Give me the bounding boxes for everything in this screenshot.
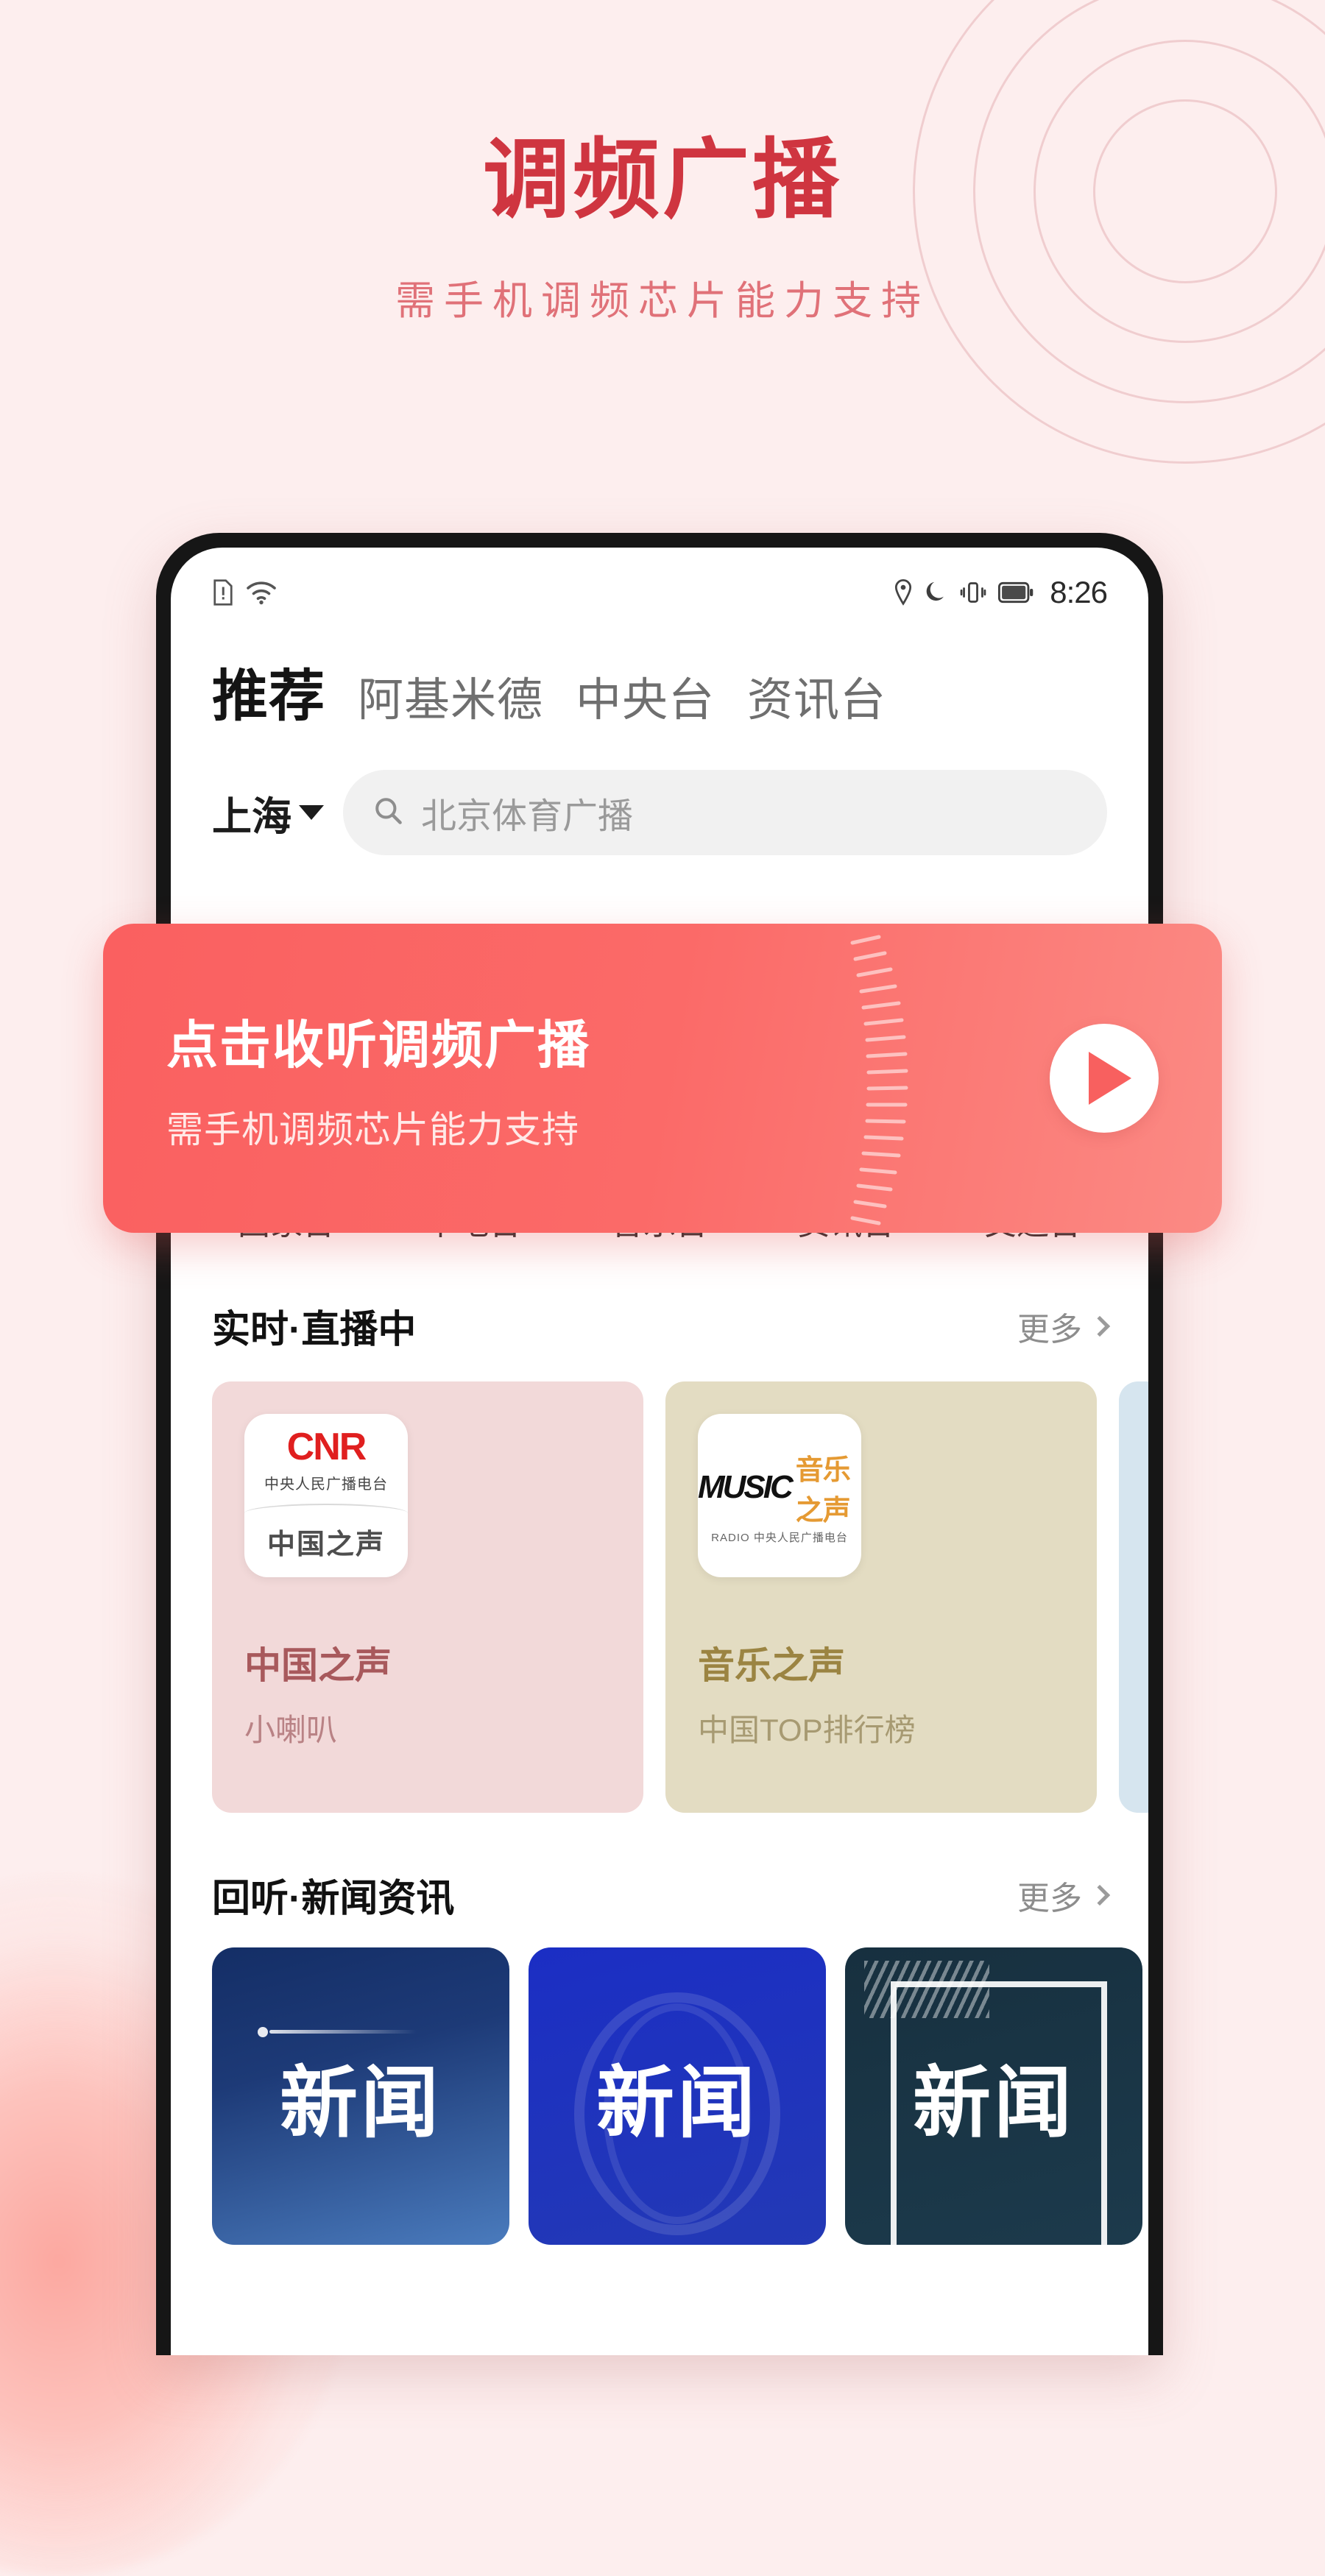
tab-news[interactable]: 资讯台	[747, 662, 886, 729]
tab-bar: 推荐 阿基米德 中央台 资讯台	[171, 618, 1148, 732]
news-card[interactable]: 新闻	[212, 1947, 509, 2245]
logo-word: CNR	[286, 1425, 367, 1468]
play-triangle	[1089, 1052, 1131, 1105]
moon-icon	[925, 580, 948, 605]
chevron-right-icon	[1089, 1315, 1111, 1337]
live-card-subtitle: 中国TOP排行榜	[698, 1713, 916, 1747]
live-card-title: 中国之声	[244, 1645, 392, 1686]
section-title: 回听·新闻资讯	[212, 1878, 455, 1920]
logo-word: MUSIC	[698, 1468, 794, 1505]
logo-bottom-text: RADIO 中央人民广播电台	[711, 1531, 848, 1544]
news-card-label: 新闻	[280, 2060, 442, 2147]
tab-archimedes[interactable]: 阿基米德	[358, 662, 543, 729]
play-icon[interactable]	[1050, 1024, 1159, 1133]
search-input[interactable]: 北京体育广播	[343, 770, 1107, 855]
station-logo-cnr: CNR 中央人民广播电台 中国之声	[244, 1414, 408, 1577]
live-section-header: 实时·直播中 更多	[171, 1298, 1148, 1354]
news-card-label: 新闻	[913, 2060, 1075, 2147]
fm-banner-title: 点击收听调频广播	[166, 1016, 590, 1074]
chevron-down-icon	[299, 805, 324, 820]
section-title: 实时·直播中	[212, 1309, 417, 1351]
fm-banner-subtitle: 需手机调频芯片能力支持	[166, 1108, 579, 1150]
radio-wave-decoration	[850, 935, 908, 1225]
phone-mockup: 8:26 推荐 阿基米德 中央台 资讯台 上海 北京体育广播 实时·直播中 更多…	[156, 533, 1163, 2355]
fm-banner[interactable]: 点击收听调频广播 需手机调频芯片能力支持	[103, 924, 1222, 1233]
station-logo-music: MUSIC 音乐之声 RADIO 中央人民广播电台	[698, 1414, 861, 1577]
live-card[interactable]: MUSIC 音乐之声 RADIO 中央人民广播电台 音乐之声 中国TOP排行榜	[665, 1381, 1097, 1813]
news-card-label: 新闻	[596, 2060, 758, 2147]
tab-recommend[interactable]: 推荐	[212, 651, 325, 732]
news-card[interactable]: 新闻	[529, 1947, 826, 2245]
chevron-right-icon	[1089, 1884, 1111, 1906]
more-label: 更多	[1017, 1311, 1082, 1348]
status-time: 8:26	[1050, 575, 1108, 609]
city-label: 上海	[212, 794, 292, 839]
page-subtitle: 需手机调频芯片能力支持	[395, 279, 930, 323]
news-card-row[interactable]: 新闻 新闻 新闻	[171, 1947, 1148, 2245]
sim-alert-icon	[212, 578, 234, 607]
logo-bottom-text: 中国之声	[266, 1529, 385, 1560]
news-more-button[interactable]: 更多	[1017, 1872, 1111, 1919]
more-label: 更多	[1017, 1880, 1082, 1917]
news-section-header: 回听·新闻资讯 更多	[171, 1867, 1148, 1922]
page-title: 调频广播	[482, 132, 842, 229]
live-card[interactable]	[1119, 1381, 1148, 1813]
city-selector[interactable]: 上海	[212, 784, 324, 842]
tab-central[interactable]: 中央台	[576, 662, 715, 729]
wifi-icon	[246, 580, 277, 605]
logo-subtext: 音乐之声	[795, 1454, 851, 1526]
live-more-button[interactable]: 更多	[1017, 1303, 1111, 1350]
vibrate-icon	[960, 580, 986, 605]
live-card[interactable]: CNR 中央人民广播电台 中国之声 中国之声 小喇叭	[212, 1381, 643, 1813]
battery-icon	[998, 581, 1034, 604]
promo-header: 调频广播 需手机调频芯片能力支持	[0, 0, 1325, 326]
phone-screen: 8:26 推荐 阿基米德 中央台 资讯台 上海 北京体育广播 实时·直播中 更多…	[171, 548, 1148, 2355]
search-row: 上海 北京体育广播	[171, 732, 1148, 855]
logo-subtext: 中央人民广播电台	[264, 1476, 388, 1493]
live-card-row[interactable]: CNR 中央人民广播电台 中国之声 中国之声 小喇叭 MUSIC 音乐之声 RA…	[171, 1381, 1148, 1813]
location-pin-icon	[894, 579, 913, 606]
status-bar: 8:26	[171, 548, 1148, 618]
live-card-title: 音乐之声	[698, 1645, 845, 1686]
search-placeholder: 北京体育广播	[421, 797, 634, 836]
search-icon	[372, 795, 405, 831]
news-card[interactable]: 新闻	[845, 1947, 1142, 2245]
live-card-subtitle: 小喇叭	[244, 1713, 338, 1747]
